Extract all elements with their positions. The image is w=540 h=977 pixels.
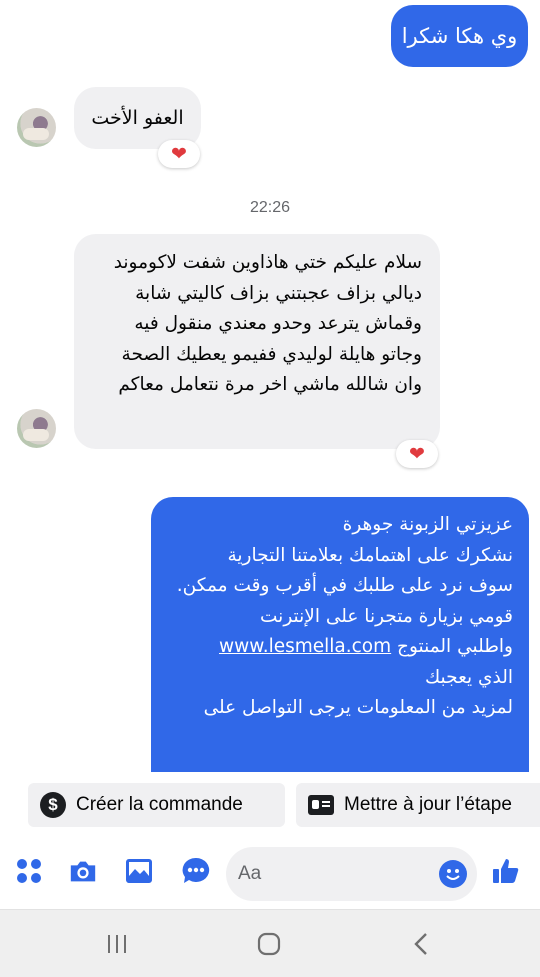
heart-icon: ❤ [409, 442, 425, 465]
camera-icon[interactable] [68, 856, 98, 886]
message-line: نشكرك على اهتمامك بعلامتنا التجارية [227, 544, 513, 566]
emoji-icon[interactable] [439, 860, 467, 888]
contact-avatar[interactable] [17, 108, 56, 147]
dollar-icon: $ [40, 792, 66, 818]
message-line: قومي بزيارة متجرنا على الإنترنت [260, 605, 513, 627]
quick-actions-bar: $ Créer la commande Mettre à jour l’étap… [0, 781, 540, 831]
message-text: واطلبي المنتوج [397, 636, 513, 657]
message-line: عزيزتي الزبونة جوهرة [342, 514, 513, 535]
incoming-message[interactable]: سلام عليكم ختي هاذاوين شفت لاكوموند ديال… [74, 234, 440, 449]
create-order-label: Créer la commande [76, 794, 243, 815]
apps-icon[interactable] [14, 856, 44, 886]
id-card-icon [308, 795, 334, 815]
chat-more-icon[interactable] [181, 856, 211, 886]
back-icon[interactable] [408, 930, 434, 958]
composer-bar: Aa [0, 838, 540, 908]
update-stage-button[interactable]: Mettre à jour l’étape [296, 783, 540, 827]
message-line: ديالي بزاف عجبتني بزاف كاليتي شابة [135, 282, 422, 304]
recent-apps-icon[interactable] [104, 930, 130, 958]
thumbs-up-icon[interactable] [491, 856, 521, 886]
message-line: الذي يعجبك [424, 666, 513, 688]
outgoing-message[interactable]: عزيزتي الزبونة جوهرة نشكرك على اهتمامك ب… [151, 497, 529, 772]
message-text: العفو الأخت [91, 107, 184, 129]
message-line: سوف نرد على طلبك في أقرب وقت ممكن. [176, 575, 513, 596]
contact-avatar[interactable] [17, 409, 56, 448]
home-icon[interactable] [255, 930, 283, 958]
message-text: وي هكا شكرا [401, 24, 518, 48]
update-stage-label: Mettre à jour l’étape [344, 794, 512, 815]
message-line: وقماش يترعد وحدو معندي منقول فيه [134, 313, 422, 334]
message-input-placeholder: Aa [238, 863, 262, 884]
heart-reaction[interactable]: ❤ [158, 140, 200, 168]
create-order-button[interactable]: $ Créer la commande [28, 783, 285, 827]
message-line: لمزيد من المعلومات يرجى التواصل على [203, 697, 513, 718]
message-line-with-link: واطلبي المنتوج www.lesmella.com [161, 632, 513, 663]
heart-reaction[interactable]: ❤ [396, 440, 438, 468]
system-nav-bar [0, 909, 540, 977]
timestamp: 22:26 [249, 199, 291, 216]
message-input[interactable]: Aa [226, 847, 477, 901]
message-line: وان شالله ماشي اخر مرة نتعامل معاكم [118, 374, 422, 395]
gallery-icon[interactable] [124, 856, 154, 886]
heart-icon: ❤ [171, 142, 187, 165]
store-link[interactable]: www.lesmella.com [219, 636, 391, 657]
message-line: سلام عليكم ختي هاذاوين شفت لاكوموند [113, 252, 422, 273]
message-line: وجاتو هايلة لوليدي ففيمو يعطيك الصحة [121, 343, 422, 365]
outgoing-message[interactable]: وي هكا شكرا [391, 5, 528, 67]
message-list[interactable]: وي هكا شكرا العفو الأخت ❤ 22:26 سلام علي… [0, 0, 540, 772]
